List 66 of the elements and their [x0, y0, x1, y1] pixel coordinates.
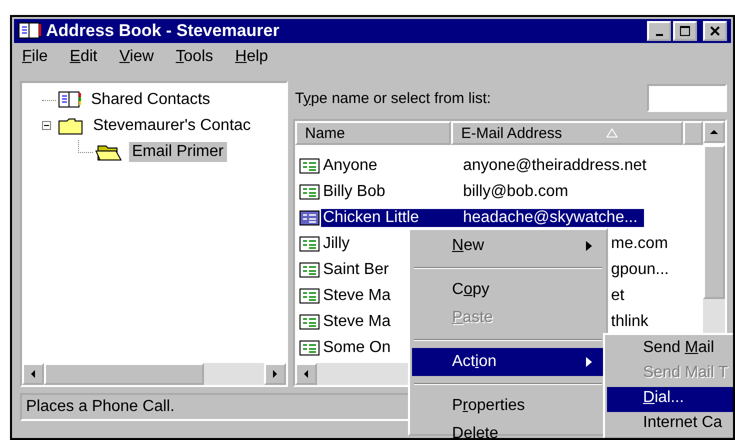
folder-icon	[58, 117, 84, 135]
tree-item[interactable]: Stevemaurer's Contac	[90, 116, 254, 136]
left-arrow-icon	[29, 369, 37, 379]
search-label: Type name or select from list:	[294, 90, 491, 106]
email-address: headache@skywatche...	[455, 209, 644, 227]
scroll-right-button[interactable]	[264, 363, 286, 385]
tree-item[interactable]: Shared Contacts	[88, 90, 214, 110]
status-text: Places a Phone Call.	[26, 398, 175, 415]
scroll-left-button[interactable]	[22, 363, 44, 385]
menu-item[interactable]: Dial...	[607, 387, 733, 412]
email-address: thlink	[610, 313, 650, 331]
close-button[interactable]	[703, 21, 727, 41]
contact-card-icon	[299, 313, 321, 331]
contact-card-icon	[299, 261, 321, 279]
contact-name[interactable]: Steve Ma	[321, 313, 393, 331]
email-address: anyone@theiraddress.net	[462, 157, 648, 175]
scroll-thumb[interactable]	[44, 363, 204, 385]
contact-name[interactable]: Steve Ma	[321, 287, 393, 305]
collapse-icon[interactable]	[42, 121, 52, 131]
menu-item[interactable]: Properties	[412, 392, 604, 420]
contact-card-icon	[299, 183, 321, 201]
menu-item[interactable]: View	[119, 48, 154, 70]
email-address: gpoun...	[610, 261, 670, 279]
menu-item[interactable]: Edit	[70, 48, 98, 70]
minimize-icon	[656, 34, 662, 36]
open-folder-icon	[95, 143, 123, 161]
scroll-left-button[interactable]	[295, 363, 317, 385]
menu-item[interactable]: Delete	[412, 420, 604, 438]
scroll-up-button[interactable]	[703, 121, 725, 143]
contact-name[interactable]: Saint Ber	[321, 261, 391, 279]
column-header[interactable]: Name	[295, 121, 452, 145]
address-book-icon	[18, 22, 42, 40]
contact-name[interactable]: Jilly	[321, 235, 352, 253]
contact-card-icon	[299, 157, 321, 175]
minimize-button[interactable]	[647, 21, 671, 41]
left-arrow-icon	[302, 369, 310, 379]
menu-item[interactable]: File	[22, 48, 48, 70]
contact-name[interactable]: Some On	[321, 339, 393, 357]
maximize-icon	[679, 25, 691, 37]
contact-card-icon	[299, 209, 321, 227]
email-address: et	[610, 287, 626, 305]
menu-item[interactable]: Tools	[176, 48, 214, 70]
menu-item[interactable]: Action	[412, 348, 604, 376]
maximize-button[interactable]	[673, 21, 697, 41]
window-title: Address Book - Stevemaurer	[46, 21, 280, 41]
search-field[interactable]	[647, 84, 727, 112]
contact-name[interactable]: Chicken Little	[321, 209, 455, 227]
email-address: me.com	[610, 235, 669, 253]
right-arrow-icon	[271, 369, 279, 379]
menu-item[interactable]: New	[412, 232, 604, 260]
tree-item[interactable]: Email Primer	[129, 142, 227, 162]
address-book-icon	[58, 91, 82, 109]
column-header[interactable]: E-Mail Address	[451, 121, 683, 145]
contact-card-icon	[299, 287, 321, 305]
menu-item[interactable]: Copy	[412, 276, 604, 304]
up-arrow-icon	[709, 128, 719, 136]
menu-item[interactable]: Internet Ca	[607, 412, 733, 437]
contact-card-icon	[299, 235, 321, 253]
contact-name[interactable]: Anyone	[321, 157, 380, 175]
scroll-thumb[interactable]	[703, 145, 725, 299]
email-address: billy@bob.com	[462, 183, 570, 201]
menu-item[interactable]: Help	[235, 48, 268, 70]
contact-name[interactable]: Billy Bob	[321, 183, 388, 201]
close-icon	[709, 25, 721, 37]
menu-item[interactable]: Send Mail	[607, 337, 733, 362]
contact-card-icon	[299, 339, 321, 357]
